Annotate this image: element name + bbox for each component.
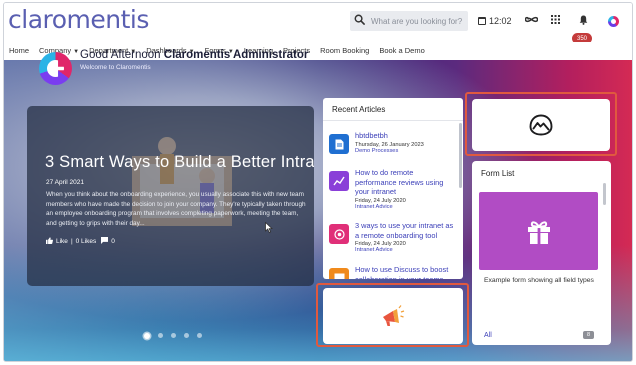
- target-icon: [329, 224, 349, 244]
- clock-time: 12:02: [489, 16, 512, 26]
- thumbs-up-icon[interactable]: [46, 237, 53, 246]
- form-tile[interactable]: [479, 192, 598, 270]
- article-title[interactable]: How to use Discuss to boost collaboratio…: [355, 265, 454, 279]
- news-carousel-slide[interactable]: 3 Smart Ways to Build a Better Intra... …: [27, 106, 314, 286]
- carousel-dot[interactable]: [184, 333, 189, 338]
- form-list-panel: Form List Example form showing all field…: [472, 161, 611, 345]
- mouse-cursor-icon: [265, 221, 274, 235]
- claromentis-avatar-icon[interactable]: [608, 16, 619, 27]
- recent-article-item[interactable]: hbtdbetbh Thursday, 26 January 2023 Demo P…: [329, 131, 454, 154]
- top-bar: claromentis What are you looking for? 12…: [4, 3, 632, 44]
- nav-item-label: Room Booking: [320, 46, 370, 55]
- nav-item-book-a-demo[interactable]: Book a Demo: [374, 46, 429, 55]
- recent-article-item[interactable]: How to use Discuss to boost collaboratio…: [329, 265, 454, 279]
- form-list-scrollbar[interactable]: [603, 183, 606, 205]
- nav-item-home[interactable]: Home: [4, 46, 34, 55]
- nav-item-room-booking[interactable]: Room Booking: [315, 46, 374, 55]
- greeting: Good Afternoon Claromentis Administrator…: [80, 49, 308, 71]
- chart-icon: [329, 171, 349, 191]
- document-icon: [329, 134, 349, 154]
- article-category[interactable]: Intranet Advice: [355, 204, 454, 210]
- recent-articles-panel: Recent Articles hbtdbetbh Thursday, 26 Ja…: [323, 98, 463, 279]
- chat-icon: [329, 268, 349, 279]
- form-list-footer: All 8: [484, 331, 594, 339]
- carousel-dot[interactable]: [171, 333, 176, 338]
- form-filter-all[interactable]: All: [484, 332, 492, 339]
- claromentis-logo[interactable]: claromentis: [8, 5, 149, 34]
- greeting-subtitle: Welcome to Claromentis: [80, 64, 151, 71]
- article-title[interactable]: How to do remote performance reviews usi…: [355, 168, 454, 197]
- recent-articles-scrollbar[interactable]: [459, 123, 462, 188]
- like-button[interactable]: Like: [56, 238, 68, 245]
- search-icon[interactable]: [354, 14, 368, 28]
- apps-grid-icon[interactable]: [551, 15, 560, 27]
- carousel-dot[interactable]: [158, 333, 163, 338]
- nav-item-label: Book a Demo: [379, 46, 425, 55]
- announcement-highlight: [316, 283, 469, 347]
- claromentis-emblem-icon: [39, 52, 72, 85]
- browser-viewport: claromentis What are you looking for? 12…: [3, 2, 633, 362]
- article-category[interactable]: Intranet Advice: [355, 247, 454, 253]
- comment-icon[interactable]: [101, 237, 109, 246]
- gift-icon: [527, 221, 550, 244]
- news-meta: Like | 0 Likes 0: [46, 237, 115, 246]
- form-count-badge: 8: [582, 331, 594, 339]
- carousel-pagination: [144, 333, 202, 339]
- clock: 12:02: [478, 16, 512, 26]
- chevron-down-icon: ▼: [73, 49, 80, 55]
- recent-article-item[interactable]: 3 ways to use your intranet as a remote …: [329, 221, 454, 253]
- news-date: 27 April 2021: [46, 179, 84, 186]
- article-date: Thursday, 26 January 2023: [355, 141, 424, 148]
- news-title[interactable]: 3 Smart Ways to Build a Better Intra...: [45, 153, 314, 172]
- meta-separator: |: [70, 238, 73, 245]
- article-title[interactable]: 3 ways to use your intranet as a remote …: [355, 221, 454, 240]
- search-input[interactable]: What are you looking for?: [371, 17, 462, 26]
- infinity-icon[interactable]: [524, 15, 539, 27]
- carousel-dot[interactable]: [197, 333, 202, 338]
- article-category[interactable]: Demo Processes: [355, 148, 424, 154]
- calendar-icon: [478, 17, 486, 25]
- likes-count: 0 Likes: [75, 238, 97, 245]
- form-list-heading: Form List: [481, 169, 515, 178]
- comments-count: 0: [111, 238, 115, 245]
- recent-article-item[interactable]: How to do remote performance reviews usi…: [329, 168, 454, 210]
- search-box[interactable]: What are you looking for?: [350, 11, 468, 31]
- greeting-title: Good Afternoon Claromentis Administrator: [80, 49, 309, 61]
- article-title[interactable]: hbtdbetbh: [355, 131, 424, 141]
- form-description[interactable]: Example form showing all field types: [484, 276, 594, 285]
- recent-articles-heading: Recent Articles: [323, 98, 463, 121]
- bell-icon[interactable]: [579, 15, 588, 28]
- basecamp-highlight: [465, 92, 617, 156]
- nav-item-label: Home: [9, 46, 30, 55]
- carousel-dot[interactable]: [144, 333, 150, 339]
